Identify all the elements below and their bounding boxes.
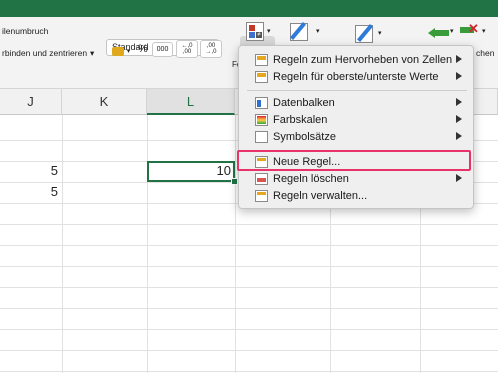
conditional-formatting-menu: Regeln zum Hervorheben von Zellen Regeln… <box>238 45 474 209</box>
color-scales-icon <box>255 113 268 126</box>
menu-item-label: Regeln für oberste/unterste Werte <box>273 70 439 83</box>
grid-line <box>235 115 236 373</box>
submenu-arrow-icon <box>456 98 462 106</box>
menu-item-highlight-cells-rules[interactable]: Regeln zum Hervorheben von Zellen <box>240 51 472 68</box>
title-bar <box>0 0 498 17</box>
menu-item-label: Farbskalen <box>273 113 328 126</box>
menu-item-label: Regeln verwalten... <box>273 189 368 202</box>
chevron-down-icon: ▾ <box>378 30 382 37</box>
grid-line <box>147 115 148 373</box>
grid-line <box>0 308 498 309</box>
fill-handle[interactable] <box>231 178 238 185</box>
menu-item-label: Regeln zum Hervorheben von Zellen <box>273 53 453 66</box>
column-header-l[interactable]: L <box>147 89 235 115</box>
wrap-text-button[interactable]: ilenumbruch <box>2 26 48 36</box>
percent-button[interactable]: % <box>138 43 148 55</box>
chevron-down-icon: ▾ <box>450 28 454 35</box>
menu-item-clear-rules[interactable]: Regeln löschen <box>240 170 472 187</box>
menu-item-label: Symbolsätze <box>273 130 336 143</box>
grid-line <box>0 287 498 288</box>
menu-item-icon-sets[interactable]: Symbolsätze <box>240 128 472 145</box>
top-bottom-rules-icon <box>255 70 268 83</box>
insert-cells-icon[interactable] <box>428 25 450 38</box>
submenu-arrow-icon <box>456 55 462 63</box>
increase-decimal-button[interactable]: ←,0 ,00 <box>176 40 198 58</box>
menu-item-top-bottom-rules[interactable]: Regeln für oberste/unterste Werte <box>240 68 472 85</box>
menu-item-manage-rules[interactable]: Regeln verwalten... <box>240 187 472 204</box>
conditional-formatting-icon: ≠ <box>246 22 264 41</box>
delete-cells-label: chen <box>476 48 495 58</box>
submenu-arrow-icon <box>456 115 462 123</box>
menu-item-label: Datenbalken <box>273 96 335 109</box>
menu-item-data-bars[interactable]: Datenbalken <box>240 94 472 111</box>
column-header-k[interactable]: K <box>62 89 147 115</box>
grid-line <box>0 350 498 351</box>
coins-icon <box>111 46 124 56</box>
submenu-arrow-icon <box>456 132 462 140</box>
manage-rules-icon <box>255 189 268 202</box>
thousands-separator-button[interactable]: 000 <box>152 42 173 57</box>
chevron-down-icon: ▾ <box>267 28 271 35</box>
grid-line <box>62 115 63 373</box>
currency-button[interactable]: ▾ <box>106 43 136 59</box>
selected-cell-border <box>147 161 235 182</box>
submenu-arrow-icon <box>456 72 462 80</box>
highlight-cells-rules-icon <box>255 53 268 66</box>
grid-line <box>0 224 498 225</box>
cell-j-value[interactable]: 5 <box>0 161 62 181</box>
chevron-down-icon: ▾ <box>126 48 131 55</box>
merge-dropdown-caret[interactable]: ▾ <box>90 48 94 59</box>
column-header-j[interactable]: J <box>0 89 62 115</box>
data-bars-icon <box>255 96 268 109</box>
menu-item-color-scales[interactable]: Farbskalen <box>240 111 472 128</box>
grid-line <box>0 266 498 267</box>
format-as-table-icon[interactable] <box>290 21 312 41</box>
merge-center-button[interactable]: rbinden und zentrieren <box>2 48 87 58</box>
clear-rules-icon <box>255 172 268 185</box>
icon-sets-icon <box>255 130 268 143</box>
delete-cells-icon[interactable]: ✕ <box>460 22 480 37</box>
cell-j-value[interactable]: 5 <box>0 182 62 202</box>
new-rule-highlight-box <box>237 150 471 171</box>
cell-styles-icon[interactable] <box>355 23 377 43</box>
grid-line <box>0 329 498 330</box>
decrease-decimal-button[interactable]: ,00 →,0 <box>200 40 222 58</box>
grid-line <box>0 371 498 372</box>
menu-item-label: Regeln löschen <box>273 172 349 185</box>
menu-separator <box>247 90 467 91</box>
grid-line <box>0 245 498 246</box>
submenu-arrow-icon <box>456 174 462 182</box>
chevron-down-icon: ▾ <box>482 28 486 35</box>
chevron-down-icon: ▾ <box>316 28 320 35</box>
